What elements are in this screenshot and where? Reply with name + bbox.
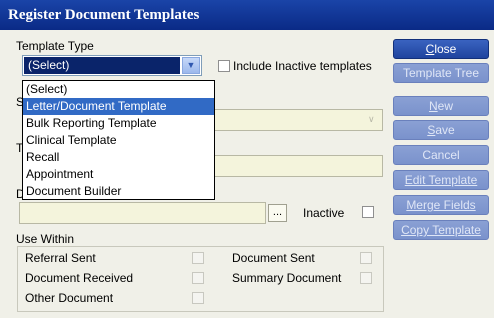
referral-sent-label: Referral Sent (25, 251, 96, 265)
document-path-field[interactable] (19, 202, 266, 224)
window-title: Register Document Templates (0, 0, 494, 30)
dropdown-option[interactable]: Document Builder (23, 183, 214, 200)
document-sent-checkbox[interactable] (360, 252, 372, 264)
cancel-button[interactable]: Cancel (393, 145, 489, 165)
include-inactive-label: Include Inactive templates (233, 59, 372, 73)
other-document-checkbox[interactable] (192, 292, 204, 304)
include-inactive-checkbox[interactable] (218, 60, 230, 72)
referral-sent-checkbox[interactable] (192, 252, 204, 264)
inactive-checkbox[interactable] (362, 206, 374, 218)
document-sent-label: Document Sent (232, 251, 315, 265)
new-button-key: N (428, 99, 438, 113)
close-button-label: lose (434, 42, 457, 56)
template-tree-button[interactable]: Template Tree (393, 63, 489, 83)
save-button-label: ave (435, 123, 455, 137)
dropdown-option[interactable]: Recall (23, 149, 214, 166)
summary-document-label: Summary Document (232, 271, 342, 285)
dropdown-option[interactable]: Letter/Document Template (23, 98, 214, 115)
merge-fields-button[interactable]: Merge Fields (393, 195, 489, 215)
edit-template-button[interactable]: Edit Template (393, 170, 489, 190)
dropdown-option[interactable]: Clinical Template (23, 132, 214, 149)
document-received-label: Document Received (25, 271, 134, 285)
dropdown-option[interactable]: (Select) (23, 81, 214, 98)
new-button[interactable]: New (393, 96, 489, 116)
chevron-down-icon[interactable]: ∨ (368, 114, 375, 125)
dropdown-option[interactable]: Appointment (23, 166, 214, 183)
template-type-label: Template Type (16, 39, 94, 53)
inactive-label: Inactive (303, 206, 345, 220)
template-type-field[interactable] (213, 155, 383, 177)
template-type-selected-value: (Select) (24, 57, 180, 74)
close-button[interactable]: Close (393, 39, 489, 59)
copy-template-button[interactable]: Copy Template (393, 220, 489, 240)
browse-button[interactable]: ... (268, 204, 287, 222)
template-type-select[interactable]: (Select) ▼ (22, 55, 202, 76)
new-button-label: ew (437, 99, 453, 113)
dropdown-option[interactable]: Bulk Reporting Template (23, 115, 214, 132)
summary-document-checkbox[interactable] (360, 272, 372, 284)
register-document-templates-window: Register Document Templates Template Typ… (0, 0, 494, 318)
template-name-dropdown[interactable] (213, 109, 383, 131)
save-button[interactable]: Save (393, 120, 489, 140)
chevron-down-icon[interactable]: ▼ (182, 57, 200, 74)
other-document-label: Other Document (25, 291, 114, 305)
document-received-checkbox[interactable] (192, 272, 204, 284)
use-within-label: Use Within (16, 232, 75, 246)
template-type-dropdown-list: (Select) Letter/Document Template Bulk R… (22, 80, 215, 200)
